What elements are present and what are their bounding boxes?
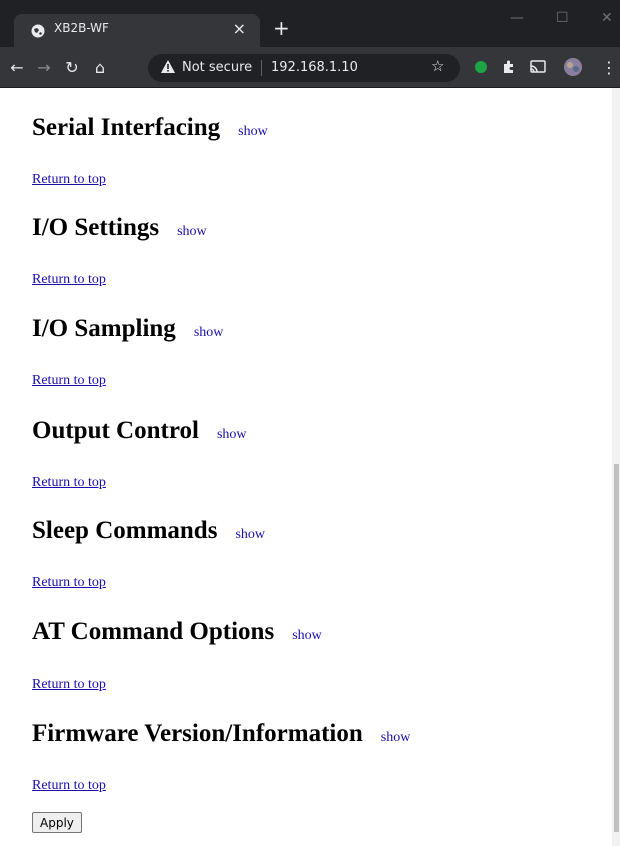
reload-icon[interactable]: ↻ — [61, 56, 83, 78]
section-title: I/O Sampling — [32, 315, 176, 342]
browser-tab[interactable]: XB2B-WF × — [14, 14, 260, 47]
show-link[interactable]: show — [381, 730, 411, 745]
menu-icon[interactable]: ⋮ — [598, 56, 620, 78]
back-icon[interactable]: ← — [6, 56, 28, 78]
puzzle-icon[interactable] — [498, 56, 520, 78]
extension-icon[interactable] — [470, 56, 492, 78]
new-tab-button[interactable]: + — [273, 17, 290, 39]
minimize-button[interactable]: — — [510, 10, 524, 26]
section-title: Sleep Commands — [32, 517, 218, 544]
return-to-top-link[interactable]: Return to top — [32, 272, 106, 288]
security-label: Not secure — [182, 60, 253, 75]
tab-title: XB2B-WF — [54, 21, 109, 35]
cast-icon[interactable] — [527, 56, 549, 78]
maximize-button[interactable]: ☐ — [556, 10, 569, 26]
section-title: Output Control — [32, 417, 199, 444]
profile-avatar[interactable] — [562, 56, 584, 78]
show-link[interactable]: show — [235, 527, 265, 542]
tab-strip: XB2B-WF × + — ☐ ✕ — [0, 0, 620, 47]
section-output-control: Output Control show — [32, 417, 247, 445]
star-icon[interactable]: ☆ — [431, 57, 444, 75]
page-content: Serial Interfacing show Return to top I/O… — [0, 88, 612, 846]
omnibox-separator — [261, 60, 262, 76]
section-serial-interfacing: Serial Interfacing show — [32, 114, 268, 142]
return-to-top-link[interactable]: Return to top — [32, 373, 106, 389]
return-to-top-link[interactable]: Return to top — [32, 778, 106, 794]
section-io-settings: I/O Settings show — [32, 214, 207, 242]
browser-toolbar: ← → ↻ ⌂ Not secure 192.168.1.10 ☆ ⋮ — [0, 47, 620, 88]
url-text[interactable]: 192.168.1.10 — [271, 60, 358, 75]
warning-icon — [161, 60, 175, 73]
forward-icon[interactable]: → — [33, 56, 55, 78]
apply-button[interactable]: Apply — [32, 812, 82, 833]
section-title: I/O Settings — [32, 214, 160, 241]
return-to-top-link[interactable]: Return to top — [32, 677, 106, 693]
globe-icon — [31, 24, 45, 38]
return-to-top-link[interactable]: Return to top — [32, 172, 106, 188]
section-at-command-options: AT Command Options show — [32, 618, 322, 646]
return-to-top-link[interactable]: Return to top — [32, 575, 106, 591]
section-sleep-commands: Sleep Commands show — [32, 517, 265, 545]
show-link[interactable]: show — [217, 427, 247, 442]
section-firmware-version: Firmware Version/Information show — [32, 720, 410, 748]
section-title: AT Command Options — [32, 618, 275, 645]
address-bar[interactable]: Not secure 192.168.1.10 ☆ — [148, 54, 460, 82]
scrollbar-thumb[interactable] — [614, 464, 619, 832]
show-link[interactable]: show — [238, 124, 268, 139]
show-link[interactable]: show — [177, 224, 207, 239]
close-window-button[interactable]: ✕ — [601, 10, 613, 26]
tab-close-icon[interactable]: × — [233, 19, 246, 39]
show-link[interactable]: show — [292, 628, 322, 643]
return-to-top-link[interactable]: Return to top — [32, 475, 106, 491]
section-io-sampling: I/O Sampling show — [32, 315, 223, 343]
show-link[interactable]: show — [194, 325, 224, 340]
section-title: Firmware Version/Information — [32, 720, 363, 747]
section-title: Serial Interfacing — [32, 114, 221, 141]
home-icon[interactable]: ⌂ — [89, 56, 111, 78]
